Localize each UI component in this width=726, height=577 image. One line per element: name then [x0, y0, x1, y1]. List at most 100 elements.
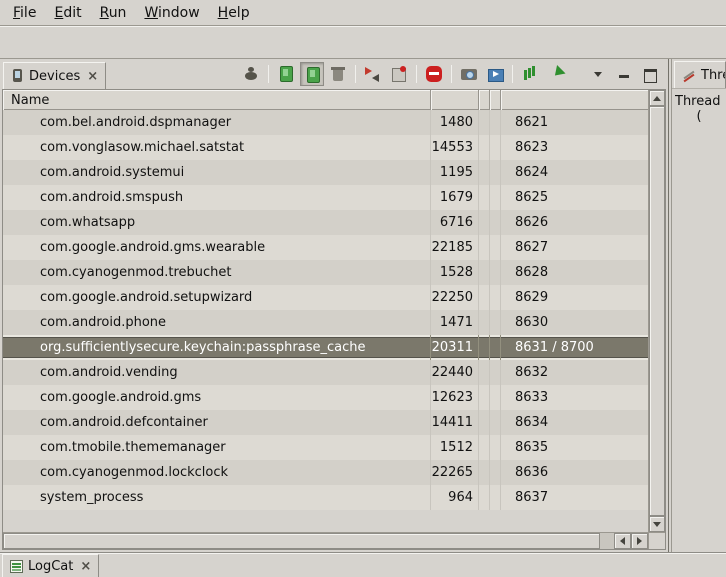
process-port: 8632 — [501, 360, 648, 385]
maximize-icon[interactable] — [638, 62, 662, 86]
thread-indicator-cell — [490, 460, 501, 485]
heap-indicator-cell — [479, 385, 490, 410]
heap-indicator-cell — [479, 410, 490, 435]
thread-indicator-cell — [490, 385, 501, 410]
table-viewport: Name com.bel.android.dspmanager14808621c… — [3, 90, 648, 532]
process-name: com.google.android.setupwizard — [3, 285, 431, 310]
close-icon[interactable]: × — [87, 69, 98, 84]
horizontal-scrollbar[interactable] — [3, 532, 648, 549]
heap-indicator-cell — [479, 285, 490, 310]
close-icon[interactable]: × — [80, 559, 91, 574]
table-row[interactable]: system_process9648637 — [3, 485, 648, 510]
column-header-pid[interactable] — [431, 90, 479, 110]
process-port: 8630 — [501, 310, 648, 335]
table-row[interactable]: com.google.android.gms126238633 — [3, 385, 648, 410]
threads-tabbar: Threads × — [672, 59, 726, 89]
tab-devices[interactable]: Devices × — [3, 62, 106, 89]
screen-capture-icon[interactable] — [457, 62, 481, 86]
device-icon — [11, 69, 24, 83]
thread-indicator-cell — [490, 360, 501, 385]
heap-indicator-cell — [479, 235, 490, 260]
table-row[interactable]: com.android.defcontainer144118634 — [3, 410, 648, 435]
thread-indicator-cell — [490, 335, 501, 360]
thread-indicator-cell — [490, 110, 501, 135]
table-row[interactable]: com.android.systemui11958624 — [3, 160, 648, 185]
horizontal-scroll-thumb[interactable] — [3, 533, 600, 549]
table-rows: com.bel.android.dspmanager14808621com.vo… — [3, 110, 648, 510]
column-header-heap[interactable] — [479, 90, 490, 110]
process-port: 8629 — [501, 285, 648, 310]
minimize-icon[interactable] — [612, 62, 636, 86]
process-name: com.android.phone — [3, 310, 431, 335]
process-port: 8624 — [501, 160, 648, 185]
table-row[interactable]: com.bel.android.dspmanager14808621 — [3, 110, 648, 135]
bottom-view-bar: LogCat × — [0, 552, 726, 577]
column-header-thread[interactable] — [490, 90, 501, 110]
heap-indicator-cell — [479, 160, 490, 185]
cause-gc-icon[interactable] — [326, 62, 350, 86]
arrow-up-icon — [653, 92, 661, 101]
main-area: Devices × Name com.bel.an — [0, 59, 726, 552]
process-port: 8621 — [501, 110, 648, 135]
table-row[interactable]: com.vonglasow.michael.satstat145538623 — [3, 135, 648, 160]
screen-record-icon[interactable] — [483, 62, 507, 86]
thread-indicator-cell — [490, 435, 501, 460]
scroll-up-button[interactable] — [649, 90, 665, 106]
scroll-right-button[interactable] — [631, 533, 648, 549]
stop-process-icon[interactable] — [422, 62, 446, 86]
table-row[interactable]: com.cyanogenmod.lockclock222658636 — [3, 460, 648, 485]
process-port: 8628 — [501, 260, 648, 285]
hierarchy-view-icon[interactable] — [544, 62, 568, 86]
process-pid: 22440 — [431, 360, 479, 385]
process-port: 8631 / 8700 — [501, 335, 648, 360]
process-name: com.cyanogenmod.lockclock — [3, 460, 431, 485]
table-row[interactable]: com.android.smspush16798625 — [3, 185, 648, 210]
tab-threads[interactable]: Threads × — [674, 61, 726, 88]
update-threads-icon[interactable] — [361, 62, 385, 86]
table-row[interactable]: com.whatsapp67168626 — [3, 210, 648, 235]
scroll-left-button[interactable] — [614, 533, 631, 549]
process-port: 8633 — [501, 385, 648, 410]
table-row[interactable]: com.tmobile.thememanager15128635 — [3, 435, 648, 460]
debug-icon[interactable] — [239, 62, 263, 86]
process-pid: 12623 — [431, 385, 479, 410]
vertical-scrollbar[interactable] — [648, 90, 665, 532]
horizontal-scroll-track[interactable] — [600, 533, 614, 549]
heap-indicator-cell — [479, 360, 490, 385]
table-row[interactable]: com.cyanogenmod.trebuchet15288628 — [3, 260, 648, 285]
menu-item-run[interactable]: Run — [91, 2, 136, 24]
column-header-name[interactable]: Name — [3, 90, 431, 110]
table-row[interactable]: com.google.android.gms.wearable221858627 — [3, 235, 648, 260]
table-row[interactable]: com.android.vending224408632 — [3, 360, 648, 385]
table-header: Name — [3, 90, 648, 110]
scroll-down-button[interactable] — [649, 516, 665, 532]
menu-item-help[interactable]: Help — [209, 2, 259, 24]
dump-hprof-icon[interactable] — [300, 62, 324, 86]
menu-item-edit[interactable]: Edit — [45, 2, 90, 24]
tab-logcat[interactable]: LogCat × — [2, 554, 99, 577]
process-pid: 1471 — [431, 310, 479, 335]
heap-indicator-cell — [479, 310, 490, 335]
heap-indicator-cell — [479, 335, 490, 360]
process-port: 8623 — [501, 135, 648, 160]
view-menu-icon[interactable] — [586, 62, 610, 86]
process-name: org.sufficientlysecure.keychain:passphra… — [3, 335, 431, 360]
update-heap-icon[interactable] — [274, 62, 298, 86]
process-pid: 1679 — [431, 185, 479, 210]
vertical-scroll-thumb[interactable] — [649, 106, 665, 516]
devices-toolbar — [238, 59, 668, 89]
process-name: system_process — [3, 485, 431, 510]
table-row[interactable]: com.google.android.setupwizard222508629 — [3, 285, 648, 310]
toolbar-separator — [268, 65, 269, 83]
start-method-profiling-icon[interactable] — [387, 62, 411, 86]
column-header-port[interactable] — [501, 90, 648, 110]
heap-indicator-cell — [479, 135, 490, 160]
thread-indicator-cell — [490, 210, 501, 235]
system-info-icon[interactable] — [518, 62, 542, 86]
arrow-down-icon — [653, 522, 661, 531]
table-row[interactable]: org.sufficientlysecure.keychain:passphra… — [3, 335, 648, 360]
menu-item-window[interactable]: Window — [135, 2, 208, 24]
thread-indicator-cell — [490, 260, 501, 285]
table-row[interactable]: com.android.phone1471 8630 — [3, 310, 648, 335]
menu-item-file[interactable]: File — [4, 2, 45, 24]
